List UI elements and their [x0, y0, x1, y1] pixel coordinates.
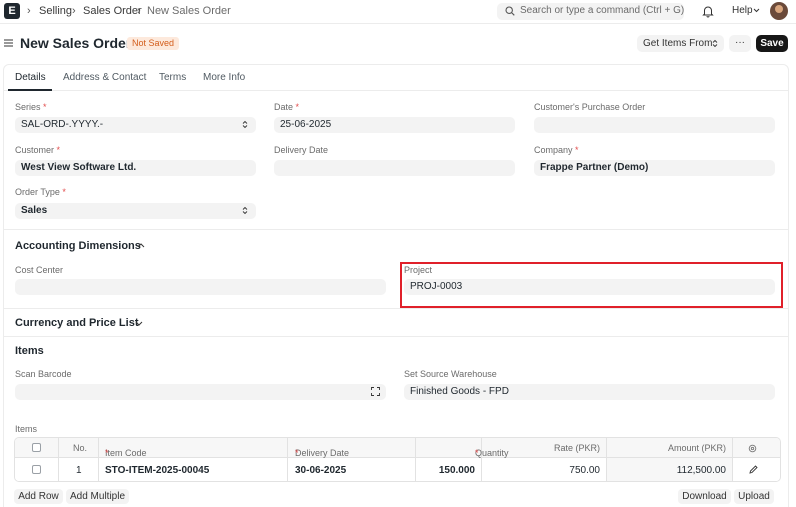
- scan-barcode-field[interactable]: [15, 384, 386, 400]
- upload-button[interactable]: Upload: [734, 489, 774, 504]
- customer-label: Customer *: [15, 145, 61, 155]
- scan-barcode-label: Scan Barcode: [15, 369, 72, 379]
- page-title: New Sales Order: [20, 35, 132, 51]
- company-field[interactable]: Frappe Partner (Demo): [534, 160, 775, 176]
- series-label: Series *: [15, 102, 47, 112]
- search-placeholder: Search or type a command (Ctrl + G): [520, 5, 685, 16]
- section-divider: [4, 229, 788, 230]
- source-warehouse-field[interactable]: Finished Goods - FPD: [404, 384, 775, 400]
- breadcrumb-sales-order[interactable]: Sales Order: [83, 5, 142, 17]
- add-multiple-button[interactable]: Add Multiple: [66, 489, 129, 504]
- order-type-value: Sales: [21, 205, 48, 216]
- select-arrows-icon: [242, 120, 248, 129]
- top-navbar: E › Selling › Sales Order › New Sales Or…: [0, 0, 796, 24]
- section-divider: [4, 308, 788, 309]
- sidebar-toggle-icon[interactable]: [4, 39, 13, 47]
- active-tab-indicator: [8, 89, 52, 91]
- get-items-from-button[interactable]: Get Items From: [637, 35, 724, 52]
- cost-center-field[interactable]: [15, 279, 386, 295]
- items-table: No. Item Code * Delivery Date * Quantity…: [14, 437, 781, 482]
- row-checkbox[interactable]: [32, 465, 41, 474]
- currency-price-list-title[interactable]: Currency and Price List: [15, 317, 139, 329]
- col-item-code: Item Code *: [99, 438, 288, 458]
- date-label: Date *: [274, 102, 300, 112]
- select-arrows-icon: [242, 206, 248, 215]
- items-table-label: Items: [15, 424, 38, 434]
- project-highlight-box: [400, 262, 783, 308]
- app-logo[interactable]: E: [4, 3, 20, 19]
- cell-rate[interactable]: 750.00: [482, 458, 607, 481]
- chevron-right-icon: ›: [137, 5, 141, 17]
- get-items-label: Get Items From: [643, 38, 713, 49]
- tab-terms[interactable]: Terms: [159, 72, 186, 83]
- breadcrumb-selling[interactable]: Selling: [39, 5, 72, 17]
- cell-quantity[interactable]: 150.000: [416, 458, 482, 481]
- notification-bell-icon[interactable]: [701, 4, 715, 18]
- customer-field[interactable]: West View Software Ltd.: [15, 160, 256, 176]
- col-delivery-date: Delivery Date *: [288, 438, 416, 458]
- customer-po-label: Customer's Purchase Order: [534, 102, 646, 112]
- updown-arrows-icon: [712, 39, 718, 48]
- cell-delivery-date[interactable]: 30-06-2025: [288, 458, 416, 481]
- select-all-checkbox[interactable]: [32, 443, 41, 452]
- table-row[interactable]: 1 STO-ITEM-2025-00045 30-06-2025 150.000…: [15, 458, 780, 481]
- header-select-all-cell: [15, 438, 59, 457]
- accounting-dimensions-title[interactable]: Accounting Dimensions: [15, 240, 141, 252]
- cost-center-label: Cost Center: [15, 265, 64, 275]
- items-table-header: No. Item Code * Delivery Date * Quantity…: [15, 438, 780, 458]
- search-icon: [505, 6, 515, 16]
- save-button[interactable]: Save: [756, 35, 788, 52]
- cell-edit[interactable]: [733, 458, 780, 481]
- cell-no: 1: [59, 458, 99, 481]
- download-button[interactable]: Download: [678, 489, 731, 504]
- form-tabs: Details Address & Contact Terms More Inf…: [4, 65, 788, 91]
- breadcrumb-current: New Sales Order: [147, 5, 231, 17]
- chevron-right-icon: ›: [72, 5, 76, 17]
- cell-item-code[interactable]: STO-ITEM-2025-00045: [99, 458, 288, 481]
- chevron-right-icon: ›: [27, 5, 31, 17]
- series-select[interactable]: SAL-ORD-.YYYY.-: [15, 117, 256, 133]
- delivery-date-label: Delivery Date: [274, 145, 329, 155]
- customer-po-field[interactable]: [534, 117, 775, 133]
- status-badge: Not Saved: [127, 37, 180, 50]
- tab-more-info[interactable]: More Info: [203, 72, 245, 83]
- date-field[interactable]: 25-06-2025: [274, 117, 515, 133]
- add-row-button[interactable]: Add Row: [14, 489, 63, 504]
- chevron-down-icon[interactable]: [135, 321, 143, 326]
- items-section-title: Items: [15, 345, 44, 357]
- order-type-select[interactable]: Sales: [15, 203, 256, 219]
- chevron-down-icon: [753, 8, 760, 13]
- tab-address-contact[interactable]: Address & Contact: [63, 72, 146, 83]
- order-type-label: Order Type *: [15, 187, 66, 197]
- delivery-date-field[interactable]: [274, 160, 515, 176]
- search-bar[interactable]: Search or type a command (Ctrl + G): [497, 3, 684, 20]
- cell-amount: 112,500.00: [607, 458, 733, 481]
- col-rate: Rate (PKR): [482, 438, 607, 457]
- gear-icon[interactable]: [748, 444, 757, 453]
- tab-details[interactable]: Details: [15, 72, 46, 83]
- help-menu[interactable]: Help: [732, 5, 753, 16]
- col-quantity: Quantity *: [416, 438, 509, 458]
- col-amount: Amount (PKR): [607, 438, 733, 457]
- source-warehouse-label: Set Source Warehouse: [404, 369, 497, 379]
- col-no: No.: [59, 438, 99, 457]
- section-divider: [4, 336, 788, 337]
- edit-pencil-icon[interactable]: [749, 465, 758, 474]
- chevron-up-icon[interactable]: [137, 243, 145, 248]
- col-settings: [733, 438, 780, 457]
- more-actions-button[interactable]: ···: [729, 35, 751, 52]
- scan-icon[interactable]: [371, 387, 380, 396]
- avatar[interactable]: [770, 2, 788, 20]
- series-value: SAL-ORD-.YYYY.-: [21, 119, 104, 130]
- row-select-cell: [15, 458, 59, 481]
- company-label: Company *: [534, 145, 579, 155]
